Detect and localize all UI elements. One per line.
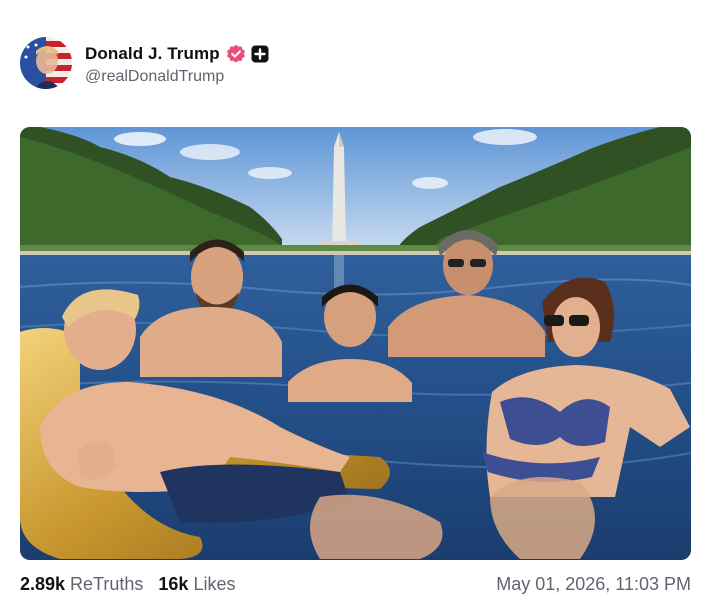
post-footer: 2.89k ReTruths 16k Likes May 01, 2026, 1…: [20, 572, 691, 596]
post-image[interactable]: [20, 127, 691, 560]
avatar[interactable]: [20, 37, 72, 89]
verified-badge-icon: [226, 44, 245, 63]
author-handle[interactable]: @realDonaldTrump: [85, 68, 269, 86]
retruths-label: ReTruths: [70, 573, 144, 594]
post-header: Donald J. Trump @realDonaldTrump: [20, 35, 269, 91]
flag-portrait-avatar: [20, 37, 72, 89]
likes-label: Likes: [193, 573, 236, 594]
retruths-stat[interactable]: 2.89k ReTruths: [20, 574, 143, 595]
post-timestamp[interactable]: May 01, 2026, 11:03 PM: [496, 574, 691, 595]
name-row: Donald J. Trump: [85, 41, 269, 67]
retruths-count: 2.89k: [20, 573, 66, 594]
reflecting-pool-photo: [20, 127, 691, 560]
author-names: Donald J. Trump @realDonaldTrump: [85, 41, 269, 86]
display-name[interactable]: Donald J. Trump: [85, 44, 220, 64]
plus-badge-icon: [251, 45, 269, 62]
likes-count: 16k: [158, 573, 189, 594]
truth-post: Donald J. Trump @realDonaldTrump 2.89k R…: [0, 0, 711, 612]
likes-stat[interactable]: 16k Likes: [158, 574, 235, 595]
